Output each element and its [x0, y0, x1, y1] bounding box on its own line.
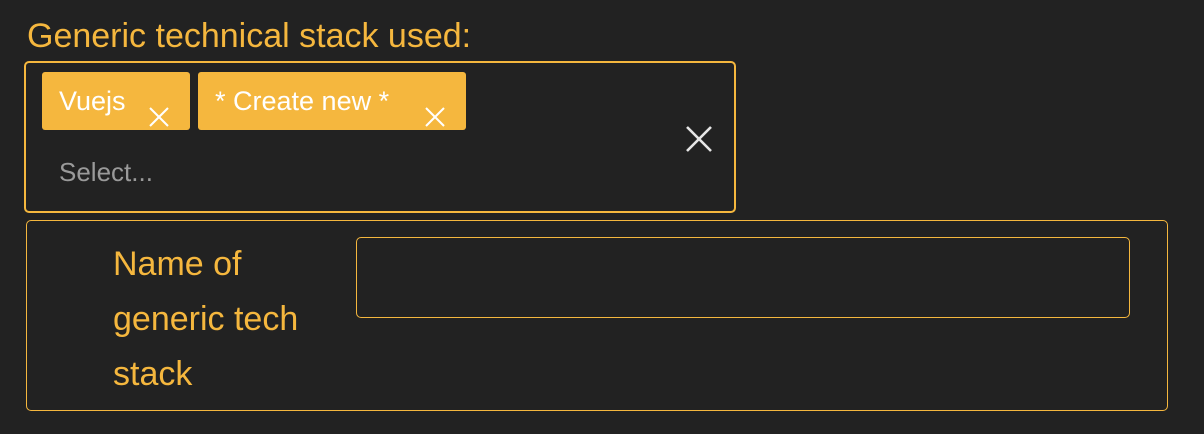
stack-name-input[interactable]: [356, 237, 1130, 318]
clear-all-close-icon[interactable]: [685, 125, 713, 153]
tech-stack-multiselect[interactable]: Vuejs * Create new * Select...: [24, 61, 736, 213]
stack-name-label: Name of generic tech stack: [113, 245, 299, 393]
tag-label: Vuejs: [59, 86, 126, 116]
selected-tag-create-new: * Create new *: [198, 72, 466, 130]
selected-tag-vuejs: Vuejs: [42, 72, 190, 130]
remove-tag-close-icon[interactable]: [148, 90, 170, 127]
tag-label: * Create new *: [215, 86, 390, 116]
multiselect-search-placeholder[interactable]: Select...: [59, 153, 153, 191]
new-stack-name-group: Name of generic tech stack: [26, 220, 1168, 411]
remove-tag-close-icon[interactable]: [424, 90, 446, 127]
stack-field-label: Generic technical stack used:: [27, 17, 472, 55]
